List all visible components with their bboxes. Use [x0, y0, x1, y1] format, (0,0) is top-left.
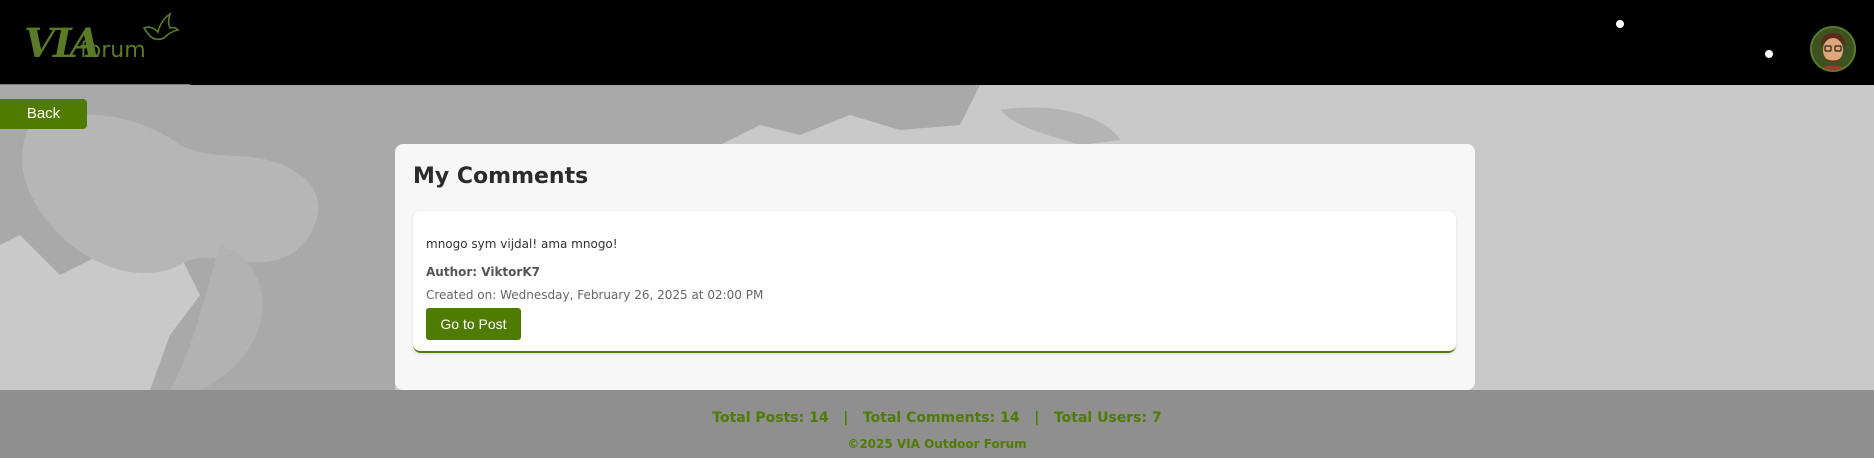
logo-subtext: forum — [80, 38, 146, 63]
bird-icon — [142, 12, 180, 41]
top-navbar: VIA forum — [0, 0, 1874, 89]
comment-card: mnogo sym vijdal! ama mnogo! Author: Vik… — [413, 211, 1456, 353]
go-to-post-button[interactable]: Go to Post — [426, 308, 521, 340]
copyright: ©2025 VIA Outdoor Forum — [847, 437, 1027, 451]
nav-indicator-dot — [1765, 50, 1773, 58]
comment-author: Author: ViktorK7 — [426, 265, 540, 279]
comment-created-date: Created on: Wednesday, February 26, 2025… — [426, 288, 764, 302]
site-logo[interactable]: VIA forum — [24, 10, 184, 70]
my-comments-panel: My Comments mnogo sym vijdal! ama mnogo!… — [395, 144, 1475, 390]
user-avatar[interactable] — [1810, 26, 1856, 72]
back-button[interactable]: Back — [0, 99, 87, 129]
page-title: My Comments — [413, 164, 589, 189]
forum-stats: Total Posts: 14 | Total Comments: 14 | T… — [712, 410, 1162, 426]
nav-indicator-dot — [1616, 20, 1624, 28]
avatar-face-icon — [1812, 28, 1854, 70]
footer: Total Posts: 14 | Total Comments: 14 | T… — [0, 390, 1874, 458]
comment-text: mnogo sym vijdal! ama mnogo! — [426, 237, 618, 251]
